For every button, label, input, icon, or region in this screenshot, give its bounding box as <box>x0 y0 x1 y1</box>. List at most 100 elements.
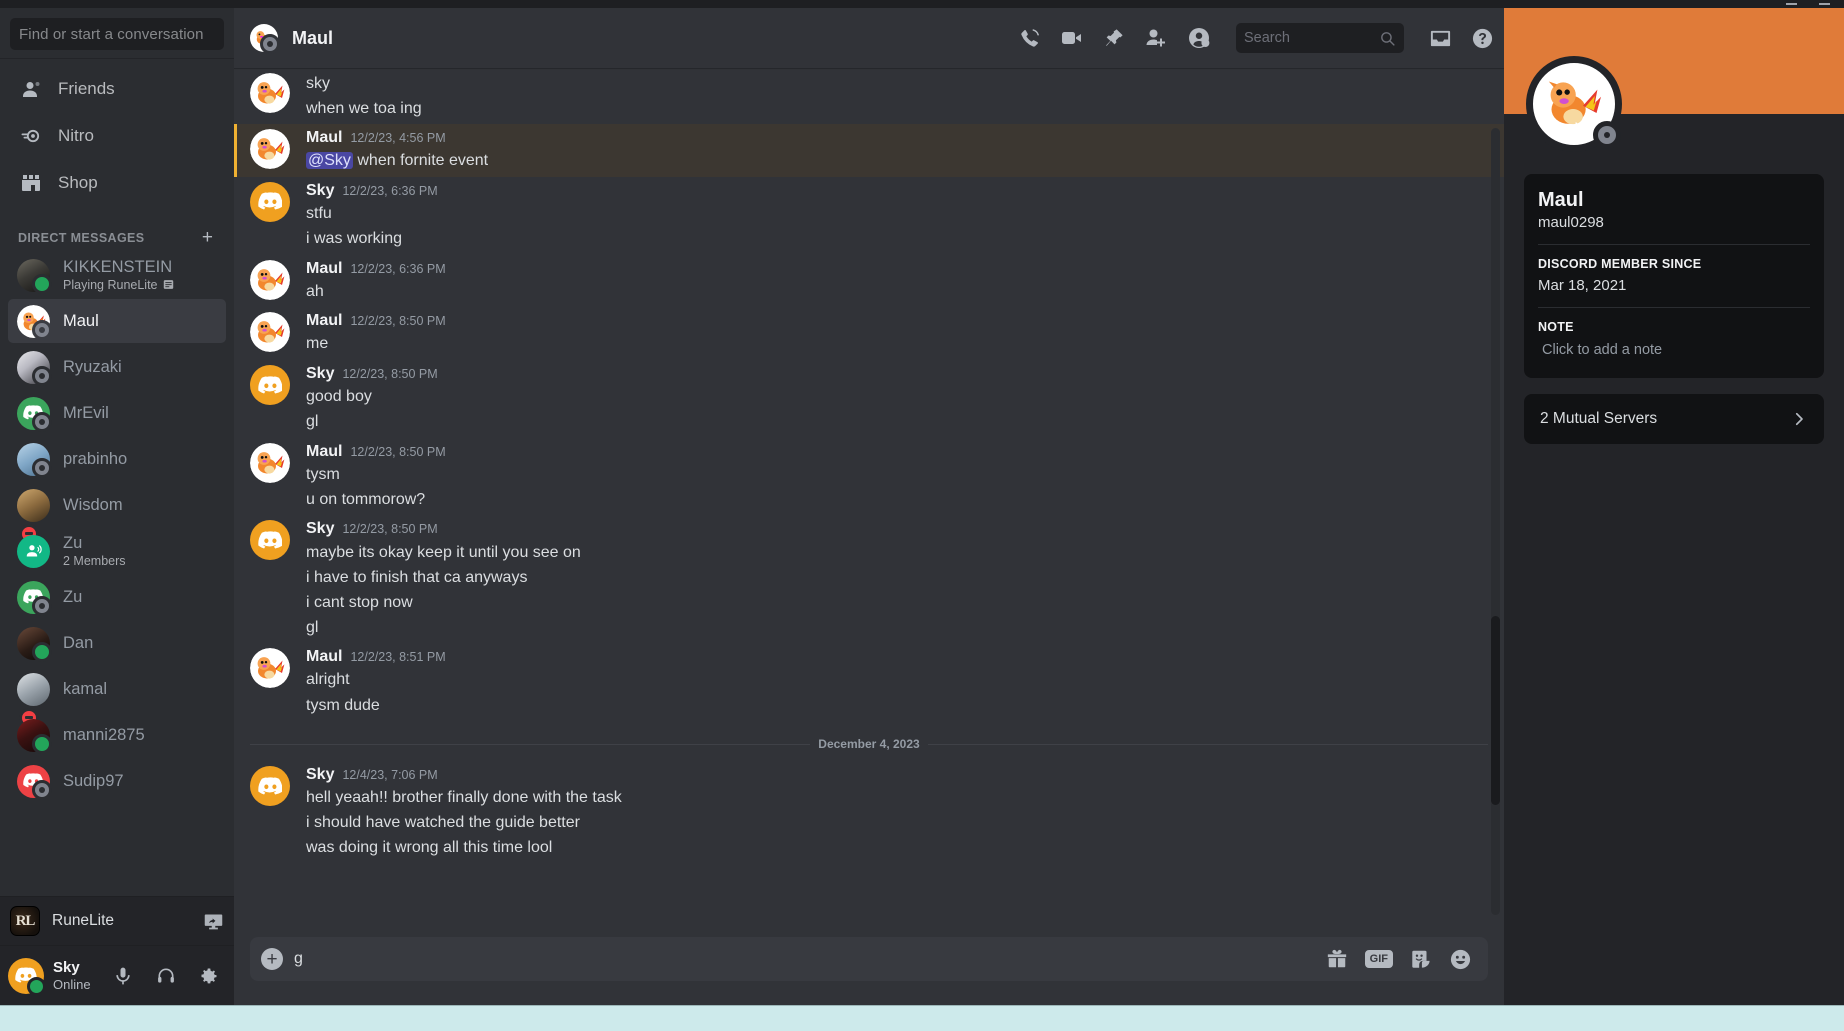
message-author[interactable]: Maul <box>306 441 342 463</box>
minimize-button[interactable] <box>1786 3 1797 5</box>
message-body: Sky 12/2/23, 8:50 PM maybe its okay keep i… <box>306 518 1456 640</box>
avatar[interactable] <box>250 520 290 561</box>
message-composer[interactable]: + g GIF <box>250 937 1488 981</box>
dm-item-wisdom[interactable]: Wisdom <box>8 483 226 544</box>
dm-item-ryuzaki[interactable]: Ryuzaki <box>8 345 226 389</box>
sticker-icon[interactable] <box>1410 948 1432 970</box>
screenshare-icon[interactable] <box>203 911 224 932</box>
avatar-image <box>17 488 50 522</box>
dm-item-manni2875[interactable]: manni2875 <box>8 713 226 757</box>
message-body: Maul 12/2/23, 6:36 PM ah <box>306 258 1456 305</box>
message-list[interactable]: sky when we toa ing Maul 12/2/23, 4:56 PM @S… <box>234 68 1504 937</box>
dm-item-dan[interactable]: Dan <box>8 621 226 665</box>
help-icon[interactable] <box>1471 27 1494 50</box>
status-dot <box>32 365 52 386</box>
message-line: good boy <box>306 388 372 406</box>
scrollbar-thumb[interactable] <box>1491 615 1500 805</box>
maximize-button[interactable] <box>1819 3 1830 5</box>
message-author[interactable]: Sky <box>306 180 334 202</box>
show-profile-icon[interactable] <box>1187 26 1211 50</box>
sidebar-item-friends[interactable]: Friends <box>8 67 226 111</box>
note-input[interactable]: Click to add a note <box>1538 340 1810 360</box>
plus-circle-icon[interactable]: + <box>250 937 294 981</box>
add-friend-icon[interactable] <box>1144 26 1168 50</box>
inbox-icon[interactable] <box>1429 27 1452 50</box>
message-scrollbar[interactable] <box>1491 128 1500 915</box>
dm-item-zu[interactable]: Zu <box>8 575 226 619</box>
avatar[interactable] <box>250 364 290 405</box>
message-author[interactable]: Sky <box>306 518 334 540</box>
conversation-search-input[interactable]: Find or start a conversation <box>10 18 224 50</box>
message-author[interactable]: Sky <box>306 764 334 786</box>
avatar[interactable] <box>250 442 290 483</box>
gift-icon[interactable] <box>1326 948 1348 970</box>
avatar <box>17 488 50 544</box>
dm-item-label: Maul <box>63 311 99 330</box>
message-header: Maul 12/2/23, 8:50 PM <box>306 441 1456 463</box>
avatar[interactable] <box>250 259 290 300</box>
mutual-servers-row[interactable]: 2 Mutual Servers <box>1524 394 1824 444</box>
user-avatar[interactable] <box>8 957 46 996</box>
voice-call-icon[interactable] <box>1018 27 1041 50</box>
avatar[interactable] <box>250 648 290 689</box>
message-line: @Sky when fornite event <box>306 152 489 170</box>
avatar <box>17 350 52 386</box>
sidebar-item-friends-label: Friends <box>58 79 115 98</box>
profile-avatar[interactable] <box>1526 56 1622 152</box>
composer-wrap: + g GIF <box>234 937 1504 1005</box>
dm-item-prabinho[interactable]: prabinho <box>8 437 226 481</box>
user-profile-panel: Maul maul0298 Discord Member Since Mar 1… <box>1504 8 1844 1005</box>
message-line: maybe its okay keep it until you see on <box>306 543 581 561</box>
video-call-icon[interactable] <box>1060 26 1084 50</box>
headset-icon[interactable] <box>149 959 183 993</box>
avatar[interactable] <box>250 766 290 807</box>
gif-icon[interactable]: GIF <box>1364 949 1393 969</box>
status-dot <box>32 411 52 432</box>
dm-item-zu[interactable]: Zu 2 Members <box>8 529 226 573</box>
message-input[interactable]: g <box>294 939 1326 979</box>
avatar[interactable] <box>250 73 290 113</box>
avatar[interactable] <box>250 181 290 222</box>
message-group: Maul 12/2/23, 6:36 PM ah <box>234 255 1504 308</box>
dm-item-kikkenstein[interactable]: KIKKENSTEIN Playing RuneLite <box>8 253 226 297</box>
emoji-icon[interactable] <box>1449 948 1472 971</box>
microphone-icon[interactable] <box>106 959 140 993</box>
avatar[interactable] <box>250 312 290 353</box>
activity-panel[interactable]: RL RuneLite <box>0 896 234 945</box>
avatar[interactable] <box>250 129 290 170</box>
message-author[interactable]: Maul <box>306 310 342 332</box>
sidebar-item-nitro[interactable]: Nitro <box>8 114 226 158</box>
runelite-app-icon: RL <box>10 906 40 936</box>
pin-icon[interactable] <box>1103 27 1125 49</box>
charmander-art <box>250 442 290 483</box>
plus-icon[interactable]: + <box>202 228 216 247</box>
chat-header: Maul Search <box>234 8 1504 68</box>
user-mention[interactable]: @Sky <box>306 152 353 170</box>
os-taskbar[interactable] <box>0 1005 1844 1031</box>
search-input[interactable]: Search <box>1236 23 1404 53</box>
sidebar-item-shop[interactable]: Shop <box>8 161 226 205</box>
dm-item-kamal[interactable]: kamal <box>8 667 226 728</box>
member-since-value: Mar 18, 2021 <box>1538 277 1627 294</box>
taskbar-top-border <box>0 1005 1844 1006</box>
message-body: Sky 12/4/23, 7:06 PM hell yeaah!! brother … <box>306 764 1456 861</box>
dm-item-label: Zu <box>63 587 83 606</box>
chat-header-avatar[interactable] <box>250 24 280 54</box>
sidebar-scroll[interactable]: Friends Nitro Shop DIRECT MESSAGES + KIK… <box>0 59 234 896</box>
message-author[interactable]: Maul <box>306 646 342 668</box>
dm-item-maul[interactable]: Maul <box>8 299 226 343</box>
message-line: when we toa ing <box>306 99 422 117</box>
dm-texts: Zu <box>63 588 82 607</box>
dm-item-sudip97[interactable]: Sudip97 <box>8 759 226 803</box>
message-author[interactable]: Maul <box>306 258 342 280</box>
dm-item-subtitle: Playing RuneLite <box>63 278 174 292</box>
message-line: alright <box>306 671 350 689</box>
settings-gear-icon[interactable] <box>192 959 226 993</box>
message-timestamp: 12/2/23, 8:51 PM <box>350 650 446 665</box>
message-group: Maul 12/2/23, 4:56 PM @Sky when fornite ev… <box>234 124 1504 177</box>
profile-divider <box>1538 244 1810 245</box>
message-author[interactable]: Maul <box>306 127 342 149</box>
dm-item-mrevil[interactable]: MrEvil <box>8 391 226 435</box>
message-author[interactable]: Sky <box>306 363 334 385</box>
message-line: i should have watched the guide better <box>306 814 580 832</box>
